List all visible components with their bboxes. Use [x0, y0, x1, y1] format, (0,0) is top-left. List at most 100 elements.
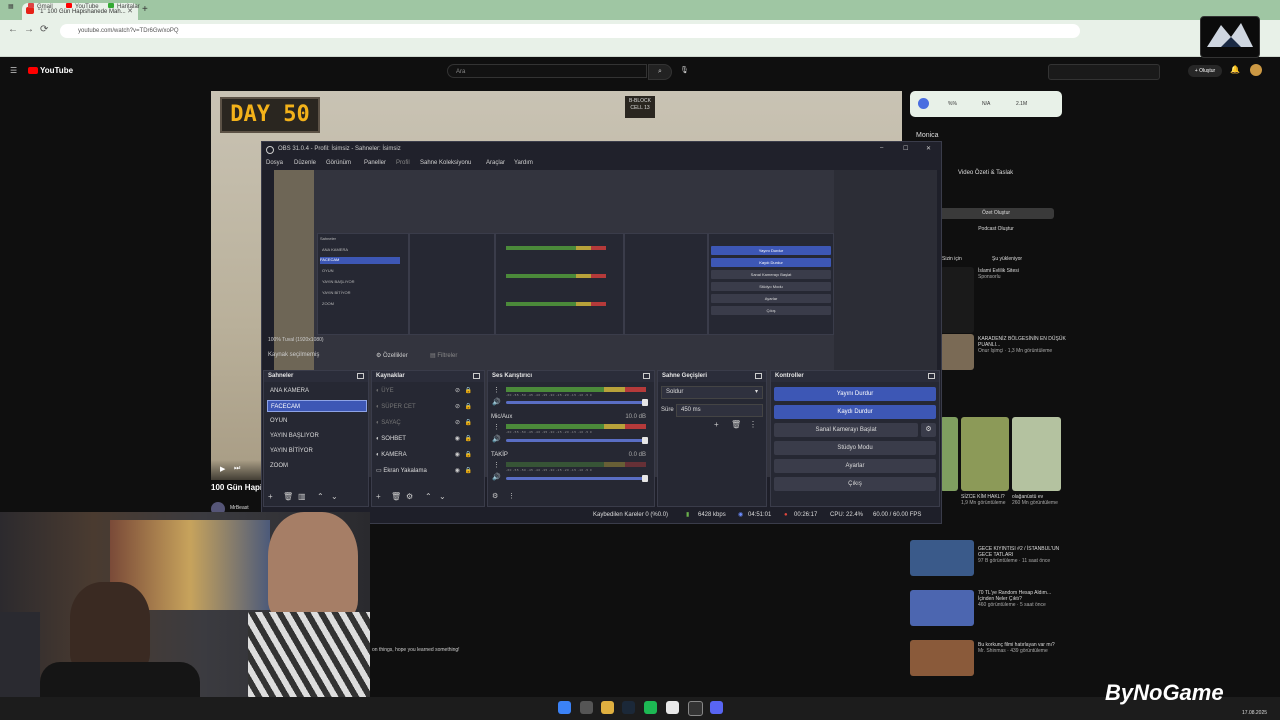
start-icon[interactable] — [558, 701, 571, 714]
close-icon[interactable]: ✕ — [926, 145, 931, 152]
lock-icon[interactable]: 🔒 — [465, 385, 472, 397]
search-input[interactable]: Ara — [447, 64, 647, 78]
menu-icon[interactable]: ☰ — [10, 66, 17, 75]
list-item[interactable]: SİZCE KİM HAKLI? 1,9 Mn görüntüleme — [961, 494, 1009, 506]
play-icon[interactable]: ▶ — [220, 465, 225, 473]
settings-button[interactable]: Ayarlar — [774, 459, 936, 473]
volume-slider[interactable] — [506, 399, 648, 406]
kebab-icon[interactable]: ⋮ — [493, 461, 500, 469]
undock-icon[interactable] — [755, 373, 762, 379]
stop-stream-button[interactable]: Yayını Durdur — [774, 387, 936, 401]
virtual-camera-button[interactable]: Sanal Kamerayı Başlat — [774, 423, 918, 437]
back-icon[interactable]: ← — [8, 24, 18, 35]
undock-icon[interactable] — [928, 373, 935, 379]
add-icon[interactable]: + — [714, 420, 719, 429]
notifications-icon[interactable]: 🔔 — [1230, 65, 1240, 74]
kebab-icon[interactable]: ⋮ — [749, 420, 757, 429]
scene-yayin-basliyor[interactable]: YAYIN BAŞLIYOR — [267, 430, 367, 442]
eye-icon[interactable]: ◉ — [455, 449, 460, 461]
scene-facecam[interactable]: FACECAM — [267, 400, 367, 412]
chevron-up-icon[interactable]: ⌃ — [425, 492, 432, 501]
lock-icon[interactable]: 🔒 — [465, 417, 472, 429]
spotify-icon[interactable] — [644, 701, 657, 714]
obs-window[interactable]: OBS 31.0.4 - Profil: İsimsiz - Sahneler:… — [261, 141, 942, 524]
eye-off-icon[interactable]: ⊘ — [455, 385, 460, 397]
source-uye[interactable]: ◐ ÜYE ⊘ 🔒 — [376, 385, 474, 397]
speaker-icon[interactable]: 🔊 — [492, 473, 501, 481]
undock-icon[interactable] — [473, 373, 480, 379]
list-item[interactable]: Bu korkunç filmi hatırlayan var mı? Mr. S… — [978, 642, 1068, 654]
thumbnail[interactable] — [940, 334, 974, 370]
mic-icon[interactable]: 🎙 — [680, 66, 689, 74]
speaker-icon[interactable]: 🔊 — [492, 435, 501, 443]
source-ekran-yakalama[interactable]: ▭ Ekran Yakalama ◉ 🔒 — [376, 465, 474, 477]
trash-icon[interactable]: 🗑 — [731, 420, 741, 429]
volume-slider[interactable] — [506, 437, 648, 444]
maximize-icon[interactable]: ☐ — [903, 145, 908, 152]
scene-ana-kamera[interactable]: ANA KAMERA — [267, 385, 367, 397]
thumbnail[interactable] — [1012, 417, 1061, 491]
eye-off-icon[interactable]: ⊘ — [455, 401, 460, 413]
scene-yayin-bitiyor[interactable]: YAYIN BİTİYOR — [267, 445, 367, 457]
stop-recording-button[interactable]: Kaydı Durdur — [774, 405, 936, 419]
chrome-icon[interactable] — [666, 701, 679, 714]
chevron-down-icon[interactable]: ⌄ — [439, 492, 446, 501]
volume-slider[interactable] — [506, 475, 648, 482]
scene-oyun[interactable]: OYUN — [267, 415, 367, 427]
channel-name[interactable]: MrBeast — [230, 505, 249, 511]
apps-icon[interactable]: ▦ — [8, 3, 14, 10]
forward-icon[interactable]: → — [24, 24, 34, 35]
avatar[interactable] — [1250, 64, 1262, 76]
list-item[interactable]: İslami Evlilik Sitesi Sponsorlu — [978, 268, 1068, 280]
lock-icon[interactable]: 🔒 — [465, 465, 472, 477]
search-icon[interactable] — [580, 701, 593, 714]
obs-icon[interactable] — [688, 701, 703, 716]
gear-icon[interactable]: ⚙ — [492, 492, 498, 500]
obs-titlebar[interactable]: OBS 31.0.4 - Profil: İsimsiz - Sahneler:… — [262, 142, 941, 158]
chip-uploads[interactable]: Şu yükleniyor — [992, 256, 1022, 262]
create-button[interactable]: + Oluştur — [1188, 65, 1222, 77]
chip-sizin-icin[interactable]: Sizin için — [942, 256, 962, 262]
thumbnail[interactable] — [961, 417, 1009, 491]
chevron-up-icon[interactable]: ⌃ — [317, 492, 324, 501]
bookmark-gmail[interactable]: Gmail — [28, 3, 53, 10]
thumbnail[interactable] — [910, 590, 974, 626]
list-item[interactable]: GECE KIYINTISI #2 / İSTANBUL'UN GECE TAT… — [978, 546, 1068, 564]
scene-zoom[interactable]: ZOOM — [267, 460, 367, 472]
properties-button[interactable]: ⚙ Özellikler — [376, 352, 408, 359]
kebab-icon[interactable]: ⋮ — [493, 423, 500, 431]
summary-button[interactable]: Özet Oluştur — [938, 208, 1054, 219]
filter-icon[interactable]: ▥ — [298, 492, 306, 501]
lock-icon[interactable]: 🔒 — [465, 401, 472, 413]
menu-yardim[interactable]: Yardım — [514, 160, 533, 166]
lock-icon[interactable]: 🔒 — [465, 433, 472, 445]
menu-sahne-koleksiyonu[interactable]: Sahne Koleksiyonu — [420, 160, 471, 166]
studio-mode-button[interactable]: Stüdyo Modu — [774, 441, 936, 455]
reload-icon[interactable]: ⟳ — [40, 24, 48, 35]
menu-profil[interactable]: Profil — [396, 160, 410, 166]
lock-icon[interactable]: 🔒 — [465, 449, 472, 461]
source-sohbet[interactable]: ◐ SOHBET ◉ 🔒 — [376, 433, 474, 445]
exit-button[interactable]: Çıkış — [774, 477, 936, 491]
gear-icon[interactable]: ⚙ — [921, 423, 936, 437]
filters-button[interactable]: ▤ Filtreler — [430, 352, 457, 359]
menu-gorunum[interactable]: Görünüm — [326, 160, 351, 166]
next-icon[interactable]: ⏭ — [234, 465, 240, 473]
add-icon[interactable]: + — [268, 492, 273, 501]
menu-duzenle[interactable]: Düzenle — [294, 160, 316, 166]
trash-icon[interactable]: 🗑 — [391, 492, 401, 501]
undock-icon[interactable] — [357, 373, 364, 379]
trash-icon[interactable]: 🗑 — [283, 492, 293, 501]
list-item[interactable]: 70 TL'ye Random Hesap Aldım... İçinden N… — [978, 590, 1068, 608]
url-field[interactable]: youtube.com/watch?v=TDr6Gw/xoPQ — [60, 24, 1080, 38]
eye-icon[interactable]: ◉ — [455, 433, 460, 445]
steam-icon[interactable] — [622, 701, 635, 714]
list-item[interactable]: olağanüstü ev 260 Mn görüntüleme — [1012, 494, 1062, 506]
folder-icon[interactable] — [601, 701, 614, 714]
youtube-logo[interactable]: YouTube — [28, 66, 73, 75]
kebab-icon[interactable]: ⋮ — [508, 492, 515, 500]
gear-icon[interactable]: ⚙ — [406, 492, 413, 501]
add-icon[interactable]: + — [376, 492, 381, 501]
minimize-icon[interactable]: – — [880, 145, 883, 151]
podcast-button[interactable]: Podcast Oluştur — [938, 224, 1054, 235]
